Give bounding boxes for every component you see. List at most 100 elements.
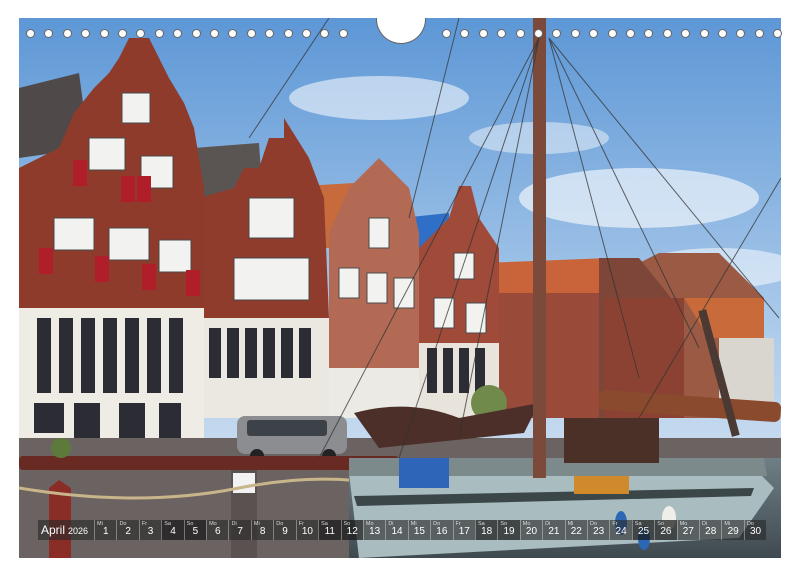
binding-ring [339,29,348,38]
day-number: 10 [301,526,313,537]
weekday-label: Do [589,521,598,527]
weekday-label: Sa [164,521,171,527]
cloud [289,76,469,120]
weekday-label: So [343,521,351,527]
day-cell: Mi 22 [564,520,587,540]
day-number: 17 [458,526,470,537]
day-cell: Fr 24 [609,520,631,540]
day-cell: Sa 11 [318,520,341,540]
day-cell: Mi 29 [721,520,743,540]
day-number: 13 [369,526,381,537]
weekday-label: Do [746,521,754,527]
day-number: 20 [525,526,538,537]
weekday-label: Di [702,521,708,527]
binding-ring [173,29,182,38]
binding-ring [320,29,329,38]
day-number: 29 [727,526,739,537]
day-number: 18 [481,526,493,537]
weekday-label: Mo [209,521,217,527]
weekday-label: Mi [253,521,260,527]
day-cell: Di 7 [228,520,250,540]
weekday-label: Di [231,521,237,527]
binding-ring [136,29,145,38]
day-number: 19 [503,526,515,537]
calendar-page: April 2026 Mi 1 Do 2 Fr 3 Sa 4 So 5 Mo 6 Di 7 Mi 8 Do 9 Fr 1… [0,0,800,577]
binding-ring [228,29,237,38]
day-number: 11 [324,526,335,537]
day-cell: Mi 15 [407,520,430,540]
day-number: 1 [102,526,109,537]
binding-ring [192,29,201,38]
day-cell: So 12 [340,520,363,540]
railing [19,456,399,470]
day-number: 26 [660,526,672,537]
binding-ring [302,29,311,38]
day-number: 9 [282,526,288,537]
binding-ring [247,29,256,38]
day-cell: Di 28 [699,520,721,540]
day-cell: Mi 8 [250,520,273,540]
day-cell: Mo 20 [519,520,542,540]
day-cell: Fr 10 [295,520,318,540]
binding-ring [534,29,543,38]
day-number: 16 [436,526,448,537]
day-number: 2 [125,526,131,537]
calendar-strip: April 2026 Mi 1 Do 2 Fr 3 Sa 4 So 5 Mo 6 Di 7 Mi 8 Do 9 Fr 1… [38,520,766,540]
day-number: 23 [593,526,605,537]
binding-ring [460,29,469,38]
day-number: 22 [570,526,582,537]
binding-ring [700,29,709,38]
day-cell: Do 2 [116,520,138,540]
day-number: 7 [237,526,243,537]
weekday-label: Do [276,521,284,527]
weekday-label: Mi [97,521,103,527]
weekday-label: Di [545,521,551,527]
harbor-photo [19,18,781,558]
binding-ring [100,29,109,38]
binding-ring [571,29,580,38]
day-cell: So 19 [497,520,520,540]
binding-ring [608,29,617,38]
day-cell: Di 14 [385,520,407,540]
blue-crate [399,458,449,488]
sail-cover [564,418,659,463]
weekday-label: So [500,521,508,527]
weekday-label: So [186,521,194,527]
binding-ring [718,29,727,38]
day-number: 14 [391,526,403,537]
binding-ring [265,29,274,38]
day-number: 28 [705,526,717,537]
binding-ring [626,29,635,38]
day-cell: Sa 25 [631,520,655,540]
day-cell: Do 23 [586,520,609,540]
day-cell: So 5 [183,520,207,540]
binding-ring [773,29,782,38]
deck-box [574,476,629,494]
day-cell: Do 16 [430,520,452,540]
weekday-label: Do [119,521,127,527]
binding-ring [81,29,90,38]
day-cell: Mi 1 [94,520,116,540]
day-number: 30 [749,526,762,537]
weekday-label: Sa [634,521,642,527]
binding-ring [44,29,53,38]
binding-ring [26,29,35,38]
weekday-label: Fr [612,521,618,527]
weekday-label: Mo [679,521,688,527]
binding-ring [663,29,672,38]
binding-ring [552,29,561,38]
day-cell: Sa 18 [474,520,498,540]
mast [533,18,546,478]
cloud [519,168,759,228]
weekday-label: Di [388,521,394,527]
month-name: April [41,523,66,537]
binding-ring [589,29,598,38]
day-cell: Di 21 [542,520,564,540]
weekday-label: Sa [477,521,485,527]
binding-ring [681,29,690,38]
binding-ring [118,29,127,38]
day-cell: Sa 4 [161,520,184,540]
day-number: 27 [682,526,694,537]
day-cell: Do 30 [743,520,766,540]
weekday-label: Mi [724,521,731,527]
